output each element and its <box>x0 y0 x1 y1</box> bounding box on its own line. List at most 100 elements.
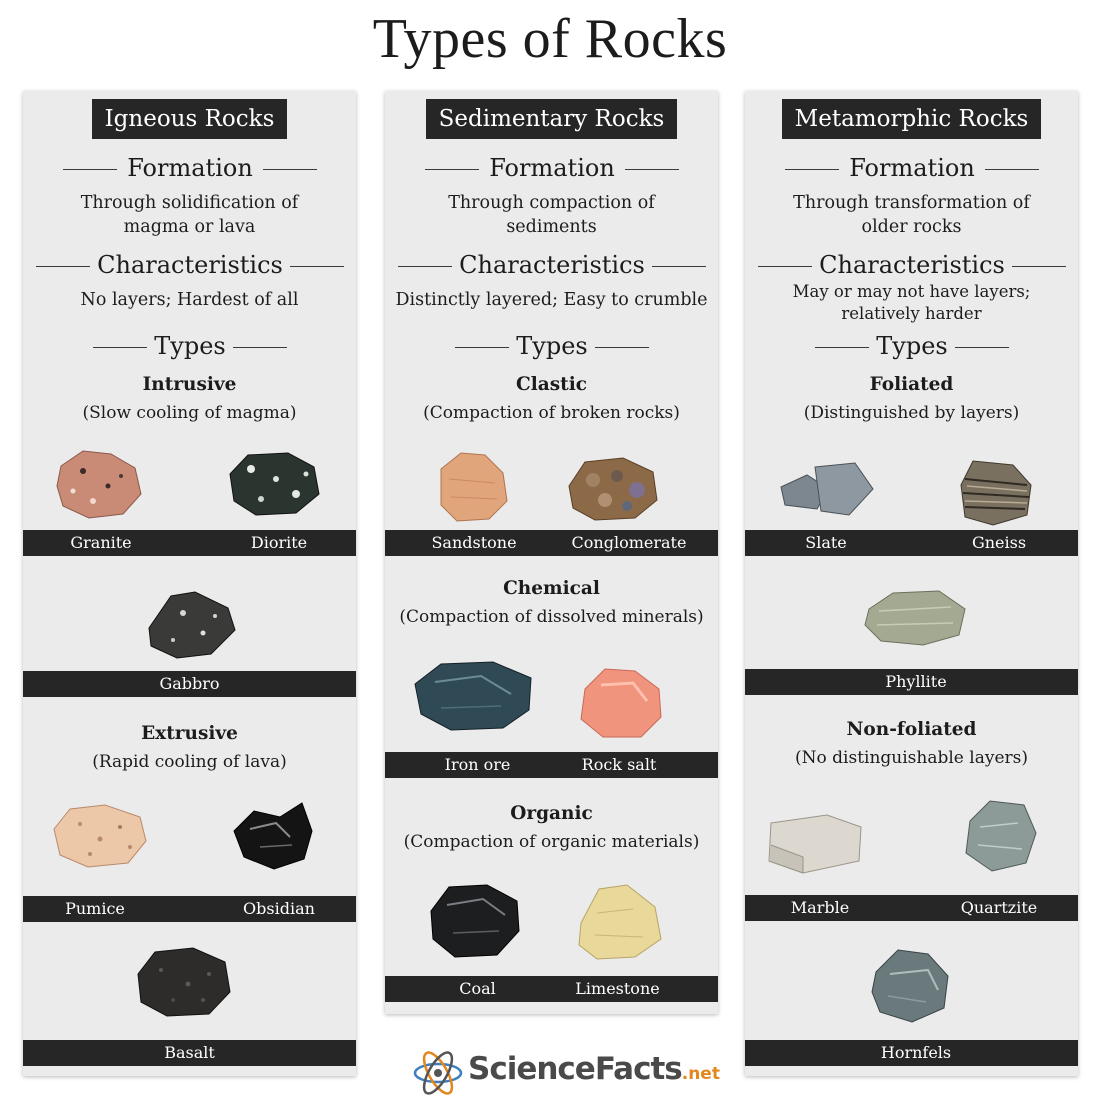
hornfels-image <box>871 949 949 1023</box>
rock-label: Hornfels <box>880 1043 952 1062</box>
divider <box>955 347 1009 348</box>
type-description: (Distinguished by layers) <box>803 403 1020 423</box>
type-name: Chemical <box>503 578 600 599</box>
rock-label: Gabbro <box>159 674 220 693</box>
limestone-image <box>578 884 662 960</box>
divider <box>985 169 1039 170</box>
rock-label: Marble <box>790 898 850 917</box>
divider <box>36 266 90 267</box>
rock-label: Slate <box>805 533 847 552</box>
formation-text: Through transformation of older rocks <box>793 193 1030 237</box>
quartzite-image <box>965 800 1037 872</box>
divider <box>652 266 706 267</box>
type-description: (Compaction of broken rocks) <box>423 403 680 423</box>
type-name: Intrusive <box>142 374 237 395</box>
divider <box>1012 266 1066 267</box>
rock-label-bar: Coal Limestone <box>385 976 718 1002</box>
type-name: Foliated <box>869 374 954 395</box>
type-name: Clastic <box>516 374 587 395</box>
rock-label: Obsidian <box>243 899 315 918</box>
footer-logo[interactable]: ScienceFacts.net <box>408 1045 720 1101</box>
rock-label: Granite <box>70 533 132 552</box>
divider <box>758 266 812 267</box>
rock-salt-image <box>580 668 662 738</box>
characteristics-text: No layers; Hardest of all <box>80 290 299 310</box>
characteristics-heading: Characteristics <box>819 251 1005 279</box>
diorite-image <box>229 452 320 516</box>
rock-label: Limestone <box>575 979 660 998</box>
rock-label: Pumice <box>65 899 125 918</box>
rock-label-bar: Granite Diorite <box>23 530 356 556</box>
rock-label-bar: Iron ore Rock salt <box>385 752 718 778</box>
divider <box>425 169 479 170</box>
type-description: (Compaction of dissolved minerals) <box>399 607 704 627</box>
basalt-image <box>137 947 231 1017</box>
divider <box>625 169 679 170</box>
types-heading: Types <box>154 332 226 360</box>
rock-label-bar: Marble Quartzite <box>745 895 1078 921</box>
formation-text: Through compaction of sediments <box>448 193 655 237</box>
divider <box>398 266 452 267</box>
rock-label: Basalt <box>164 1043 215 1062</box>
sandstone-image <box>440 452 508 522</box>
page-title: Types of Rocks <box>372 8 728 70</box>
type-name: Organic <box>510 803 593 824</box>
characteristics-text: May or may not have layers; relatively h… <box>792 282 1031 323</box>
types-heading: Types <box>516 332 588 360</box>
iron-ore-image <box>414 661 532 731</box>
column-header: Metamorphic Rocks <box>781 99 1042 139</box>
divider <box>815 347 869 348</box>
rock-label-bar: Sandstone Conglomerate <box>385 530 718 556</box>
type-description: (Slow cooling of magma) <box>82 403 297 423</box>
rock-label-bar: Slate Gneiss <box>745 530 1078 556</box>
rock-label: Conglomerate <box>571 533 687 552</box>
formation-heading: Formation <box>849 154 975 182</box>
divider <box>63 169 117 170</box>
characteristics-heading: Characteristics <box>459 251 645 279</box>
divider <box>93 347 147 348</box>
rock-label: Rock salt <box>581 755 657 774</box>
pumice-image <box>53 804 147 868</box>
conglomerate-image <box>568 457 658 521</box>
column-metamorphic: Metamorphic Rocks Formation Through tran… <box>745 91 1078 1076</box>
slate-image <box>780 462 874 516</box>
type-name: Non-foliated <box>846 719 977 740</box>
atom-icon <box>413 1051 463 1095</box>
type-name: Extrusive <box>141 723 238 744</box>
type-description: (Rapid cooling of lava) <box>92 752 287 772</box>
coal-image <box>430 884 520 958</box>
column-header: Igneous Rocks <box>91 99 288 139</box>
formation-heading: Formation <box>489 154 615 182</box>
column-header: Sedimentary Rocks <box>425 99 678 139</box>
characteristics-heading: Characteristics <box>97 251 283 279</box>
divider <box>785 169 839 170</box>
rock-label-bar: Phyllite <box>745 669 1078 695</box>
gabbro-image <box>148 591 236 659</box>
rock-label-bar: Basalt <box>23 1040 356 1066</box>
characteristics-text: Distinctly layered; Easy to crumble <box>395 290 708 310</box>
divider <box>595 347 649 348</box>
rock-label: Gneiss <box>971 533 1027 552</box>
granite-image <box>56 450 142 519</box>
divider <box>263 169 317 170</box>
rock-label: Diorite <box>250 533 308 552</box>
formation-heading: Formation <box>127 154 253 182</box>
divider <box>455 347 509 348</box>
rock-label-bar: Gabbro <box>23 671 356 697</box>
divider <box>290 266 344 267</box>
marble-image <box>768 814 862 874</box>
rock-label-bar: Hornfels <box>745 1040 1078 1066</box>
gneiss-image <box>960 460 1032 526</box>
brand-name: ScienceFacts.net <box>468 1051 720 1087</box>
type-description: (Compaction of organic materials) <box>403 832 700 852</box>
types-heading: Types <box>876 332 948 360</box>
divider <box>233 347 287 348</box>
rock-label: Phyllite <box>885 672 947 691</box>
rock-label: Quartzite <box>960 898 1038 917</box>
obsidian-image <box>233 802 313 870</box>
column-igneous: Igneous Rocks Formation Through solidifi… <box>23 91 356 1076</box>
column-sedimentary: Sedimentary Rocks Formation Through comp… <box>385 91 718 1014</box>
formation-text: Through solidification of magma or lava <box>80 193 299 237</box>
rock-label-bar: Pumice Obsidian <box>23 896 356 922</box>
type-description: (No distinguishable layers) <box>795 748 1028 768</box>
